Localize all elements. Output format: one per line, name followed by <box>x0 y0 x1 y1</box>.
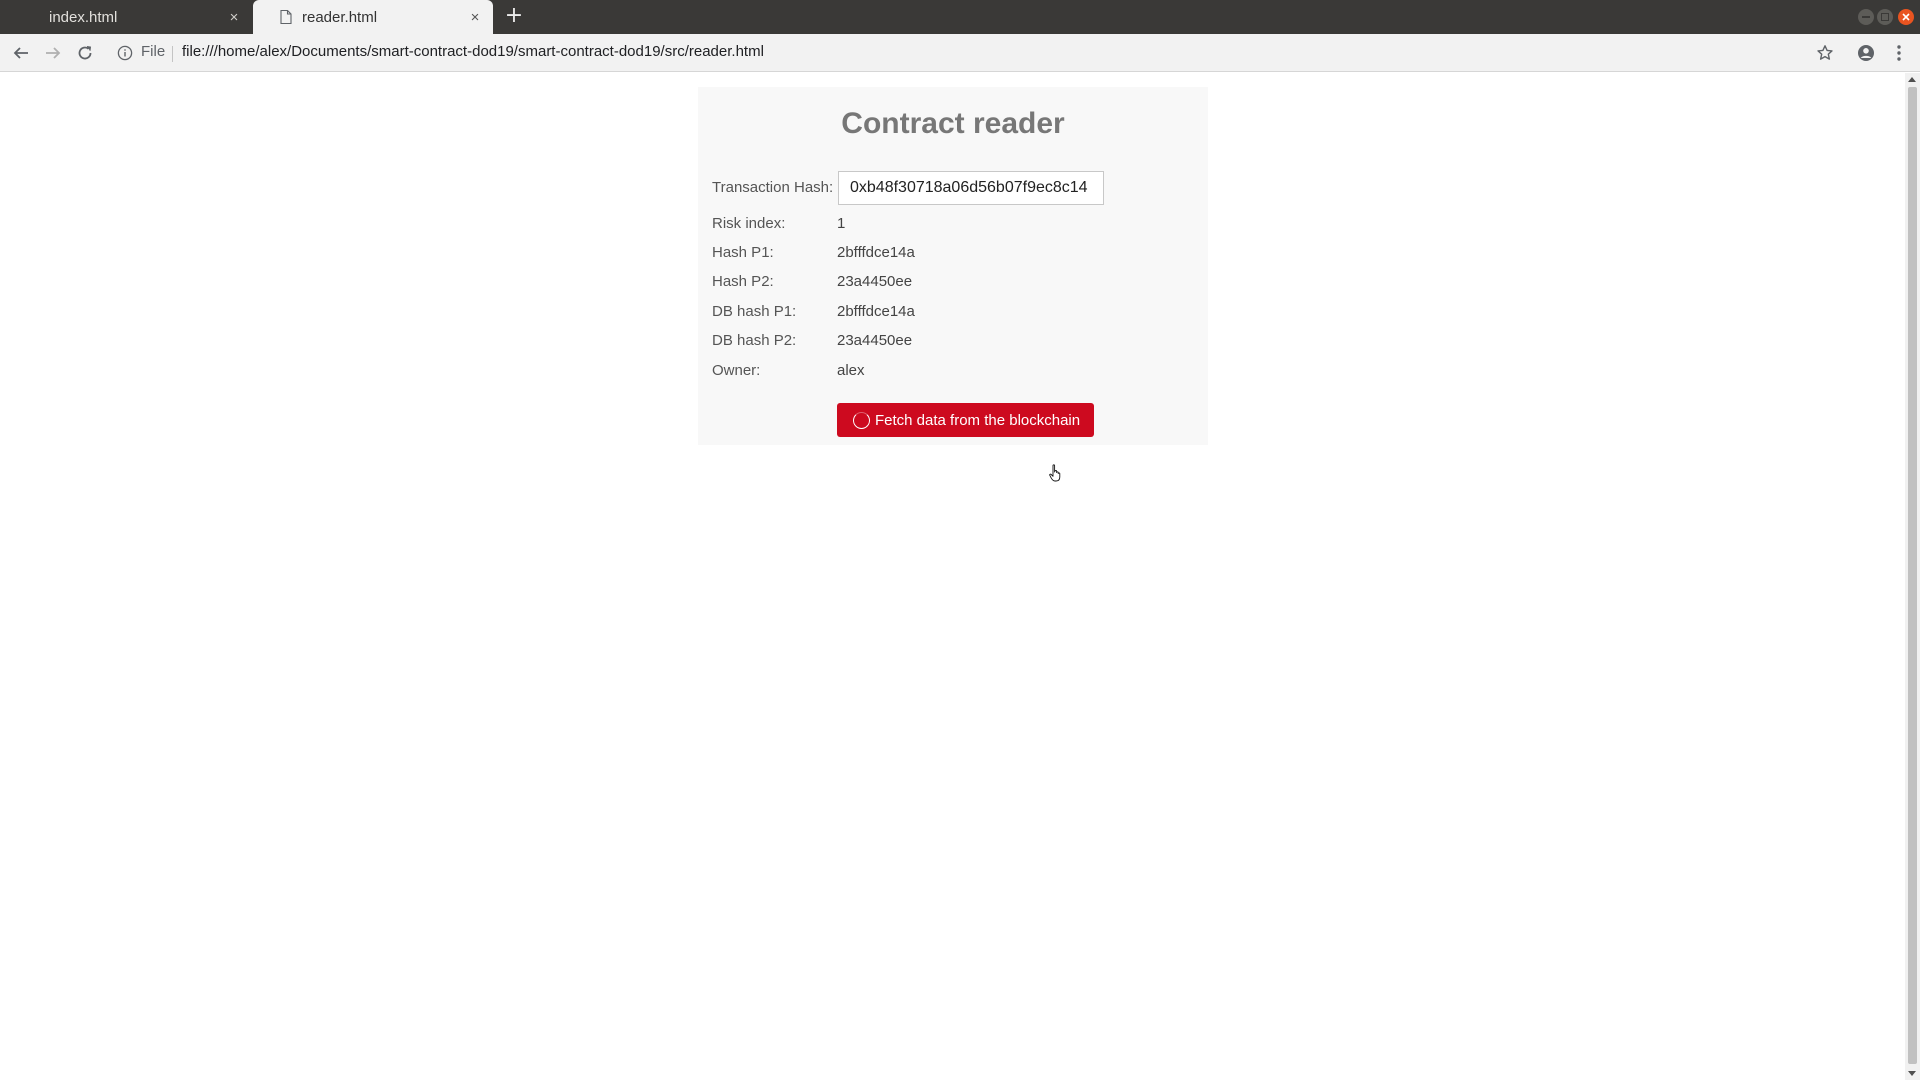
tab-title: reader.html <box>302 8 378 26</box>
loading-spinner-icon <box>853 411 870 429</box>
field-label: Risk index: <box>712 215 786 232</box>
field-value: 2bfffdce14a <box>837 303 915 320</box>
file-icon <box>280 10 292 24</box>
tab-close-icon[interactable]: × <box>467 9 483 26</box>
fetch-data-button[interactable]: Fetch data from the blockchain <box>837 403 1094 437</box>
new-tab-button[interactable]: + <box>503 5 525 28</box>
field-value: 23a4450ee <box>837 332 913 349</box>
forward-arrow-icon <box>46 47 61 59</box>
vertical-scrollbar[interactable] <box>1905 73 1920 1080</box>
transaction-hash-input[interactable] <box>838 171 1104 205</box>
maximize-icon <box>1881 13 1889 21</box>
fetch-button-label: Fetch data from the blockchain <box>875 411 1081 429</box>
field-value: 2bfffdce14a <box>837 244 915 261</box>
tab-reader[interactable]: reader.html × <box>253 0 493 34</box>
scroll-down-arrow-icon[interactable] <box>1908 1071 1916 1076</box>
field-label: DB hash P1: <box>712 303 797 320</box>
tab-title: index.html <box>49 8 118 26</box>
scrollbar-thumb[interactable] <box>1908 87 1917 1064</box>
field-label: Hash P2: <box>712 273 774 290</box>
minimize-icon <box>1862 16 1870 18</box>
back-arrow-icon <box>13 47 28 59</box>
tab-close-icon[interactable]: × <box>226 9 242 26</box>
info-icon[interactable] <box>117 45 133 61</box>
forward-button[interactable] <box>41 41 65 65</box>
address-separator <box>172 46 173 62</box>
back-button[interactable] <box>9 41 33 65</box>
account-icon[interactable] <box>1856 43 1876 63</box>
field-value: 1 <box>837 215 846 232</box>
close-window-button[interactable] <box>1898 9 1914 25</box>
scroll-up-arrow-icon[interactable] <box>1908 77 1916 82</box>
field-value: 23a4450ee <box>837 273 913 290</box>
scheme-label[interactable]: File <box>141 43 165 60</box>
field-label: Owner: <box>712 362 761 379</box>
tab-strip: index.html × reader.html × + <box>0 0 1920 34</box>
bookmark-star-icon[interactable] <box>1815 43 1835 63</box>
field-label: Hash P1: <box>712 244 774 261</box>
reload-button[interactable] <box>73 41 97 65</box>
hand-cursor-icon <box>1049 464 1061 482</box>
transaction-hash-label: Transaction Hash: <box>712 179 834 196</box>
field-label: DB hash P2: <box>712 332 797 349</box>
contract-reader-card: Contract reader Transaction Hash: Risk i… <box>698 87 1208 445</box>
minimize-window-button[interactable] <box>1858 9 1874 25</box>
reload-icon <box>78 46 92 60</box>
page-title: Contract reader <box>841 107 1065 140</box>
address-bar[interactable]: file:///home/alex/Documents/smart-contra… <box>182 43 764 60</box>
field-value: alex <box>837 362 865 379</box>
kebab-menu-icon[interactable] <box>1891 43 1907 63</box>
maximize-window-button[interactable] <box>1877 9 1893 25</box>
tab-index[interactable]: index.html × <box>0 0 252 34</box>
page-viewport: Contract reader Transaction Hash: Risk i… <box>0 73 1905 1080</box>
browser-toolbar: File file:///home/alex/Documents/smart-c… <box>0 34 1920 72</box>
close-icon <box>1902 13 1910 21</box>
